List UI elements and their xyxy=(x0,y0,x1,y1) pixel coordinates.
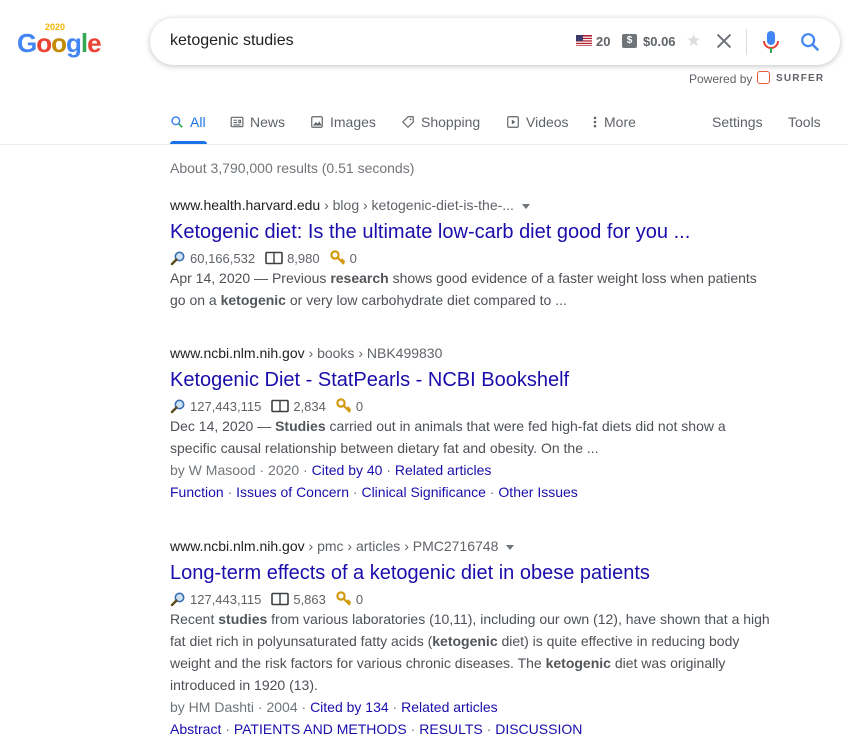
key-icon xyxy=(336,398,352,413)
tab-settings[interactable]: Settings xyxy=(712,113,763,131)
search-divider xyxy=(746,29,747,55)
pages-value: 8,980 xyxy=(287,250,320,266)
newspaper-icon xyxy=(230,116,244,128)
us-flag-icon xyxy=(576,35,592,46)
tab-more[interactable]: More xyxy=(592,113,636,131)
tab-shopping[interactable]: Shopping xyxy=(401,113,480,131)
related-articles-link[interactable]: Related articles xyxy=(395,462,492,478)
more-vert-icon xyxy=(593,116,597,128)
search-result: www.ncbi.nlm.nih.gov › pmc › articles › … xyxy=(170,537,780,740)
related-articles-link[interactable]: Related articles xyxy=(401,699,498,715)
result-url[interactable]: www.ncbi.nlm.nih.gov › pmc › articles › … xyxy=(170,537,780,555)
search-volume: 20 xyxy=(596,34,611,49)
pages-value: 5,863 xyxy=(293,591,326,607)
tag-icon xyxy=(402,116,414,128)
cpc-value: $0.06 xyxy=(643,34,676,49)
magnifier-icon xyxy=(170,251,185,266)
star-icon[interactable]: ★ xyxy=(686,31,701,51)
search-box[interactable]: ketogenic studies 20 $ $0.06 ★ xyxy=(150,18,840,65)
cited-by-link[interactable]: Cited by 134 xyxy=(310,699,389,715)
book-icon xyxy=(265,251,283,265)
search-result: www.ncbi.nlm.nih.gov › books › NBK499830… xyxy=(170,344,780,503)
pages-value: 2,834 xyxy=(293,398,326,414)
key-icon xyxy=(336,591,352,606)
sitelink[interactable]: Other Issues xyxy=(498,484,577,500)
traffic-value: 127,443,115 xyxy=(190,591,262,607)
sitelink[interactable]: Abstract xyxy=(170,721,221,737)
caret-down-icon[interactable] xyxy=(521,203,530,209)
surfer-logo-icon xyxy=(757,71,770,84)
search-icon xyxy=(171,116,183,128)
result-metrics: 127,443,115 2,834 0 xyxy=(170,397,780,415)
search-result: www.health.harvard.edu › blog › ketogeni… xyxy=(170,196,780,311)
sitelink[interactable]: Issues of Concern xyxy=(236,484,349,500)
search-icon[interactable] xyxy=(799,31,821,53)
traffic-value: 60,166,532 xyxy=(190,250,256,266)
clear-icon[interactable] xyxy=(713,30,735,52)
keys-value: 0 xyxy=(355,591,364,607)
traffic-value: 127,443,115 xyxy=(190,398,262,414)
sitelink[interactable]: RESULTS xyxy=(419,721,483,737)
sitelink[interactable]: PATIENTS AND METHODS xyxy=(234,721,407,737)
key-icon xyxy=(329,250,345,265)
result-title[interactable]: Ketogenic diet: Is the ultimate low-carb… xyxy=(170,219,780,245)
microphone-icon[interactable] xyxy=(762,30,780,54)
result-url[interactable]: www.health.harvard.edu › blog › ketogeni… xyxy=(170,196,780,214)
cited-by-link[interactable]: Cited by 40 xyxy=(312,462,383,478)
surfer-brand[interactable]: SURFER xyxy=(776,73,824,84)
sitelink[interactable]: DISCUSSION xyxy=(495,721,582,737)
image-icon xyxy=(311,116,323,128)
logo-wordmark: Google xyxy=(17,28,102,58)
result-snippet: Dec 14, 2020 — Studies carried out in an… xyxy=(170,418,726,456)
sitelink[interactable]: Clinical Significance xyxy=(361,484,486,500)
result-snippet: Recent studies from various laboratories… xyxy=(170,611,770,693)
result-title[interactable]: Ketogenic Diet - StatPearls - NCBI Books… xyxy=(170,367,780,393)
search-input[interactable]: ketogenic studies xyxy=(170,32,294,50)
result-url[interactable]: www.ncbi.nlm.nih.gov › books › NBK499830 xyxy=(170,344,780,362)
book-icon xyxy=(271,399,290,413)
book-icon xyxy=(271,592,290,606)
sitelink[interactable]: Function xyxy=(170,484,224,500)
result-snippet: Apr 14, 2020 — Previous research shows g… xyxy=(170,270,757,308)
keys-value: 0 xyxy=(349,250,357,266)
result-sitelinks: Function · Issues of Concern · Clinical … xyxy=(170,484,578,500)
powered-by-label: Powered by xyxy=(689,72,753,86)
result-stats: About 3,790,000 results (0.51 seconds) xyxy=(170,160,415,176)
caret-down-icon[interactable] xyxy=(506,544,515,550)
magnifier-icon xyxy=(170,592,185,607)
tabs-divider xyxy=(0,144,848,145)
result-byline: by HM Dashti · 2004 · Cited by 134 · Rel… xyxy=(170,699,498,715)
result-metrics: 60,166,532 8,980 0 xyxy=(170,249,780,267)
result-byline: by W Masood · 2020 · Cited by 40 · Relat… xyxy=(170,462,492,478)
result-sitelinks: Abstract · PATIENTS AND METHODS · RESULT… xyxy=(170,721,583,737)
dollar-icon: $ xyxy=(622,34,637,48)
result-title[interactable]: Long-term effects of a ketogenic diet in… xyxy=(170,560,780,586)
tab-all[interactable]: All xyxy=(170,113,206,131)
magnifier-icon xyxy=(170,399,185,414)
tab-tools[interactable]: Tools xyxy=(788,113,821,131)
result-metrics: 127,443,115 5,863 0 xyxy=(170,590,780,608)
play-icon xyxy=(507,116,519,128)
tab-news[interactable]: News xyxy=(230,113,285,131)
keys-value: 0 xyxy=(355,398,364,414)
tab-videos[interactable]: Videos xyxy=(506,113,569,131)
tab-images[interactable]: Images xyxy=(310,113,376,131)
google-doodle-logo[interactable]: 2020 Google xyxy=(17,22,102,62)
